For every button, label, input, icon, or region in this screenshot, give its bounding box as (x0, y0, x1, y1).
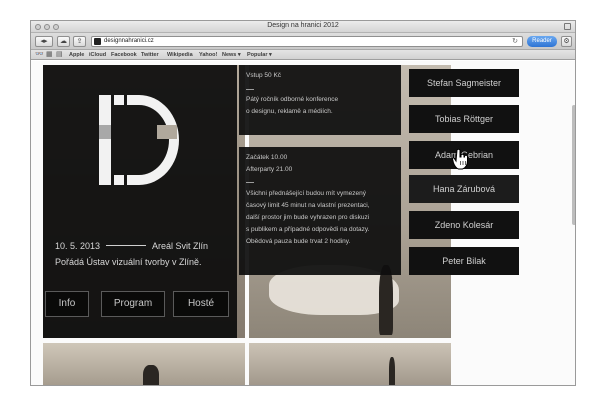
photo-figure (379, 265, 393, 335)
window-title: Design na hranici 2012 (267, 22, 339, 29)
photo-tile (43, 343, 245, 385)
bookmarks-bar: 👓 ▦ ▤ Apple iCloud Facebook Twitter Wiki… (31, 50, 575, 60)
forward-icon[interactable]: ▸ (44, 38, 48, 45)
conference-description: Pátý ročník odborné konference (246, 96, 339, 103)
speaker-stefan-sagmeister[interactable]: Stefan Sagmeister (409, 69, 519, 97)
icloud-tabs-button[interactable]: ☁ (57, 36, 70, 47)
info-panel-schedule: Začátek 10.00 Afterparty 21.00 Všichni p… (239, 147, 401, 275)
entry-price: Vstup 50 Kč (246, 72, 282, 79)
toolbar: ◂▸ ☁ ⇪ designnahranici.cz ↻ Reader ⚙ (31, 33, 575, 50)
settings-button[interactable]: ⚙ (561, 36, 572, 47)
page-scrollbar[interactable] (572, 105, 575, 225)
reader-button[interactable]: Reader (527, 36, 557, 47)
share-icon: ⇪ (76, 38, 83, 45)
event-date-venue: 10. 5. 2013 Areál Svit Zlín (55, 241, 227, 253)
nav-info-button[interactable]: Info (45, 291, 89, 317)
event-date: 10. 5. 2013 (55, 241, 101, 251)
cloud-icon: ☁ (60, 38, 67, 45)
hero-panel: 10. 5. 2013 Areál Svit Zlín Pořádá Ústav … (43, 65, 237, 338)
event-venue: Areál Svit Zlín (152, 241, 209, 251)
reload-icon[interactable]: ↻ (512, 37, 518, 45)
bookmark-twitter[interactable]: Twitter (141, 51, 159, 59)
photo-tile (249, 343, 451, 385)
fullscreen-icon[interactable] (564, 23, 571, 30)
top-sites-icon[interactable]: ▦ (46, 51, 53, 59)
photo-figure (389, 357, 395, 385)
title-bar: Design na hranici 2012 (31, 21, 575, 33)
reading-list-icon[interactable]: 👓 (35, 51, 44, 59)
afterparty-time: Afterparty 21.00 (246, 166, 293, 173)
schedule-note-line: Všichni přednášející budou mít vymezený (246, 190, 366, 197)
site-logo (99, 95, 179, 185)
speaker-hana-zarubova[interactable]: Hana Zárubová (409, 175, 519, 203)
nav-program-button[interactable]: Program (101, 291, 165, 317)
schedule-note-line: další prostor jim bude vyhrazen pro disk… (246, 214, 370, 221)
browser-window: Design na hranici 2012 ◂▸ ☁ ⇪ designnahr… (30, 20, 576, 386)
share-button[interactable]: ⇪ (73, 36, 86, 47)
divider (106, 245, 147, 247)
nav-hoste-button[interactable]: Hosté (173, 291, 229, 317)
speaker-zdeno-kolesar[interactable]: Zdeno Kolesár (409, 211, 519, 239)
back-forward-button[interactable]: ◂▸ (35, 36, 53, 47)
speaker-peter-bilak[interactable]: Peter Bilak (409, 247, 519, 275)
schedule-note-line: časový limit 45 minut na vlastní prezent… (246, 202, 370, 209)
bookmark-yahoo[interactable]: Yahoo! (199, 51, 217, 59)
site-favicon-icon (94, 38, 101, 45)
speaker-tobias-rottger[interactable]: Tobias Röttger (409, 105, 519, 133)
bookmark-news-menu[interactable]: News ▾ (222, 51, 241, 59)
address-bar[interactable]: designnahranici.cz ↻ (91, 36, 523, 47)
bookmarks-book-icon[interactable]: ▤ (56, 51, 63, 59)
schedule-note-line: Obědová pauza bude trvat 2 hodiny. (246, 238, 351, 245)
schedule-note-line: s publikem a případné odpovědi na dotazy… (246, 226, 370, 233)
photo-figure (143, 365, 159, 385)
bookmark-icloud[interactable]: iCloud (89, 51, 106, 59)
bookmark-wikipedia[interactable]: Wikipedia (167, 51, 193, 59)
bookmark-apple[interactable]: Apple (69, 51, 84, 59)
info-panel-entry: Vstup 50 Kč Pátý ročník odborné konferen… (239, 65, 401, 135)
web-page: 10. 5. 2013 Areál Svit Zlín Pořádá Ústav … (31, 61, 575, 385)
event-organizer: Pořádá Ústav vizuální tvorby v Zlíně. (55, 257, 202, 267)
dash-divider (246, 182, 254, 183)
bookmark-popular-menu[interactable]: Popular ▾ (247, 51, 272, 59)
conference-description: o designu, reklamě a médiích. (246, 108, 333, 115)
gear-icon: ⚙ (563, 38, 570, 45)
url-text[interactable]: designnahranici.cz (104, 38, 154, 44)
dash-divider (246, 89, 254, 90)
hand-pointer-icon (452, 148, 468, 170)
bookmark-facebook[interactable]: Facebook (111, 51, 137, 59)
start-time: Začátek 10.00 (246, 154, 288, 161)
